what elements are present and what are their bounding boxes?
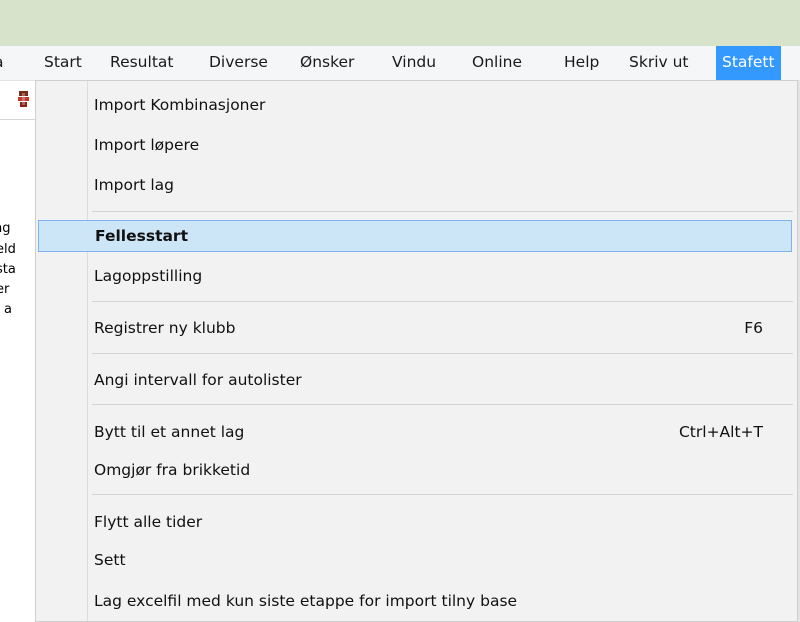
truncated-text: er xyxy=(0,282,10,297)
menu-separator xyxy=(92,211,793,212)
menu-item-label: Lagoppstilling xyxy=(94,267,203,285)
menu-separator xyxy=(92,494,793,495)
menu-item-stafett[interactable]: Stafett xyxy=(716,46,781,80)
truncated-text: sta xyxy=(0,262,16,277)
menu-separator xyxy=(92,301,793,302)
menu-separator xyxy=(92,353,793,354)
menu-item-angi-intervall[interactable]: Angi intervall for autolister xyxy=(94,367,797,393)
panel-divider xyxy=(0,119,36,120)
menu-item-bytt-til-annet-lag[interactable]: Bytt til et annet lag Ctrl+Alt+T xyxy=(94,419,797,445)
menu-item-label: Fellesstart xyxy=(95,227,188,245)
menu-item-vindu[interactable]: Vindu xyxy=(392,46,436,80)
toolbar-tool-icon[interactable] xyxy=(16,90,32,108)
background-left-panel: ng eld sta er a xyxy=(0,81,36,622)
menu-item-label: Lag excelfil med kun siste etappe for im… xyxy=(94,592,518,610)
menu-item-label: Bytt til et annet lag xyxy=(94,423,245,441)
menu-item-label: Import løpere xyxy=(94,136,200,154)
title-bar xyxy=(0,0,800,46)
menu-item-import-lag[interactable]: Import lag xyxy=(94,172,797,198)
menu-item-start[interactable]: Start xyxy=(44,46,82,80)
menu-item-skriv-ut[interactable]: Skriv ut xyxy=(629,46,689,80)
menu-separator xyxy=(92,404,793,405)
menu-item-label: Registrer ny klubb xyxy=(94,319,236,337)
menu-item-registrer-ny-klubb[interactable]: Registrer ny klubb F6 xyxy=(94,315,797,341)
menu-bar: a Start Resultat Diverse Ønsker Vindu On… xyxy=(0,46,800,81)
menu-item-truncated[interactable]: a xyxy=(0,46,4,80)
menu-item-import-lopere[interactable]: Import løpere xyxy=(94,132,797,158)
menu-item-label: Omgjør fra brikketid xyxy=(94,461,251,479)
menu-item-flytt-alle-tider[interactable]: Flytt alle tider xyxy=(94,509,797,535)
menu-item-label: Flytt alle tider xyxy=(94,513,203,531)
menu-item-sett[interactable]: Sett xyxy=(94,547,797,573)
menu-item-import-kombinasjoner[interactable]: Import Kombinasjoner xyxy=(94,92,797,118)
menu-item-resultat[interactable]: Resultat xyxy=(110,46,173,80)
menu-item-shortcut: Ctrl+Alt+T xyxy=(678,423,763,441)
menu-item-online[interactable]: Online xyxy=(472,46,522,80)
menu-icon-gutter-divider xyxy=(87,81,88,621)
menu-item-shortcut: F6 xyxy=(744,319,763,337)
menu-item-omgjor-fra-brikketid[interactable]: Omgjør fra brikketid xyxy=(94,457,797,483)
menu-item-label: Sett xyxy=(94,551,126,569)
menu-item-fellesstart[interactable]: Fellesstart xyxy=(38,220,792,252)
truncated-text: ng xyxy=(0,221,11,236)
stafett-dropdown-menu: Import Kombinasjoner Import løpere Impor… xyxy=(35,80,798,622)
menu-item-lag-excelfil[interactable]: Lag excelfil med kun siste etappe for im… xyxy=(94,588,797,614)
menu-item-label: Angi intervall for autolister xyxy=(94,371,302,389)
truncated-text: eld xyxy=(0,242,16,257)
truncated-text: a xyxy=(4,302,12,317)
menu-item-lagoppstilling[interactable]: Lagoppstilling xyxy=(94,263,797,289)
menu-item-diverse[interactable]: Diverse xyxy=(209,46,268,80)
menu-item-onsker[interactable]: Ønsker xyxy=(300,46,354,80)
menu-item-label: Import lag xyxy=(94,176,175,194)
menu-item-label: Import Kombinasjoner xyxy=(94,96,266,114)
menu-item-help[interactable]: Help xyxy=(564,46,599,80)
